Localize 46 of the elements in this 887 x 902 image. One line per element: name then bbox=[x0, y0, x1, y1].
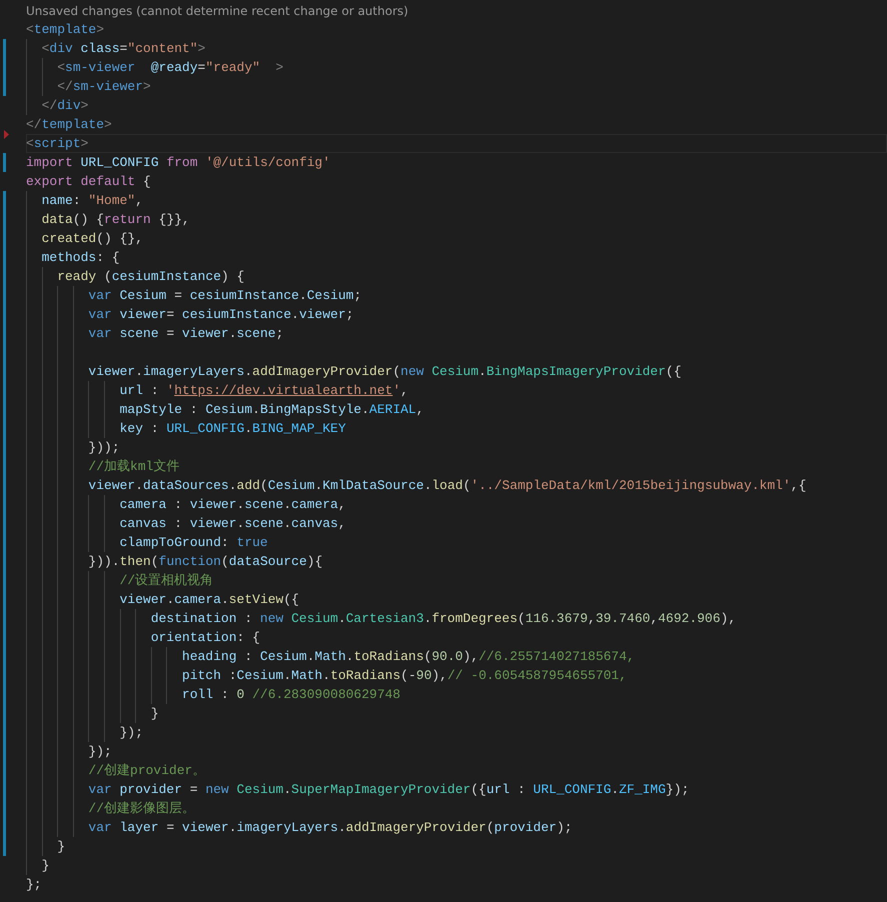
blame-hint: Unsaved changes (cannot determine recent change or authors) bbox=[25, 3, 410, 20]
code-line: //创建影像图层。 bbox=[87, 801, 196, 816]
code-line: viewer.imageryLayers.addImageryProvider(new Cesium.BingMapsImageryProvider({ bbox=[87, 364, 682, 379]
code-line: var provider = new Cesium.SuperMapImageryProvider({url : URL_CONFIG.ZF_IMG}); bbox=[87, 782, 690, 797]
code-line: </sm-viewer> bbox=[56, 79, 151, 94]
code-line: } bbox=[40, 858, 50, 873]
code-line: }); bbox=[87, 744, 112, 759]
code-line: heading : Cesium.Math.toRadians(90.0),//6.255714027185674, bbox=[181, 649, 635, 664]
code-line: methods: { bbox=[40, 250, 120, 265]
code-line: //设置相机视角 bbox=[118, 573, 214, 588]
code-line: <div class="content"> bbox=[40, 41, 206, 56]
code-line: pitch :Cesium.Math.toRadians(-90),// -0.6054587954655701, bbox=[181, 668, 627, 683]
code-line: } bbox=[56, 839, 66, 854]
code-line: })); bbox=[87, 440, 120, 455]
code-line: export default { bbox=[26, 174, 151, 189]
code-line: canvas : viewer.scene.canvas, bbox=[118, 516, 346, 531]
code-line: var scene = viewer.scene; bbox=[87, 326, 284, 341]
code-line: created() {}, bbox=[40, 231, 144, 246]
code-line: <sm-viewer @ready="ready" > bbox=[56, 60, 284, 75]
code-line: </div> bbox=[40, 98, 88, 113]
code-line: var layer = viewer.imageryLayers.addImageryProvider(provider); bbox=[87, 820, 572, 835]
code-line: <template> bbox=[26, 22, 104, 37]
code-line: mapStyle : Cesium.BingMapsStyle.AERIAL, bbox=[118, 402, 424, 417]
code-line: }); bbox=[118, 725, 144, 740]
code-line: var Cesium = cesiumInstance.Cesium; bbox=[87, 288, 362, 303]
code-line: //创建provider。 bbox=[87, 763, 206, 778]
code-line: ready (cesiumInstance) { bbox=[56, 269, 244, 284]
code-line: viewer.dataSources.add(Cesium.KmlDataSource.load('../SampleData/kml/2015beijingsubway.kml',{ bbox=[87, 478, 806, 493]
code-line: <script> bbox=[26, 136, 88, 151]
code-line: import URL_CONFIG from '@/utils/config' bbox=[26, 155, 330, 170]
code-line: name: "Home", bbox=[40, 193, 144, 208]
code-line: })).then(function(dataSource){ bbox=[87, 554, 323, 569]
code-line: roll : 0 //6.283090080629748 bbox=[181, 687, 400, 702]
code-line: camera : viewer.scene.camera, bbox=[118, 497, 346, 512]
code-line: clampToGround: true bbox=[118, 535, 268, 550]
code-line: orientation: { bbox=[150, 630, 260, 645]
code-line: data() {return {}}, bbox=[40, 212, 190, 227]
code-line: url : 'https://dev.virtualearth.net', bbox=[118, 383, 408, 398]
code-line: } bbox=[150, 706, 159, 721]
code-line: //加载kml文件 bbox=[87, 459, 180, 474]
code-line: </template> bbox=[26, 117, 112, 132]
code-line: viewer.camera.setView({ bbox=[118, 592, 300, 607]
code-line: var viewer= cesiumInstance.viewer; bbox=[87, 307, 354, 322]
code-line: key : URL_CONFIG.BING_MAP_KEY bbox=[118, 421, 346, 436]
code-line: destination : new Cesium.Cartesian3.fromDegrees(116.3679,39.7460,4692.906), bbox=[150, 611, 736, 626]
code-line: }; bbox=[26, 877, 42, 892]
